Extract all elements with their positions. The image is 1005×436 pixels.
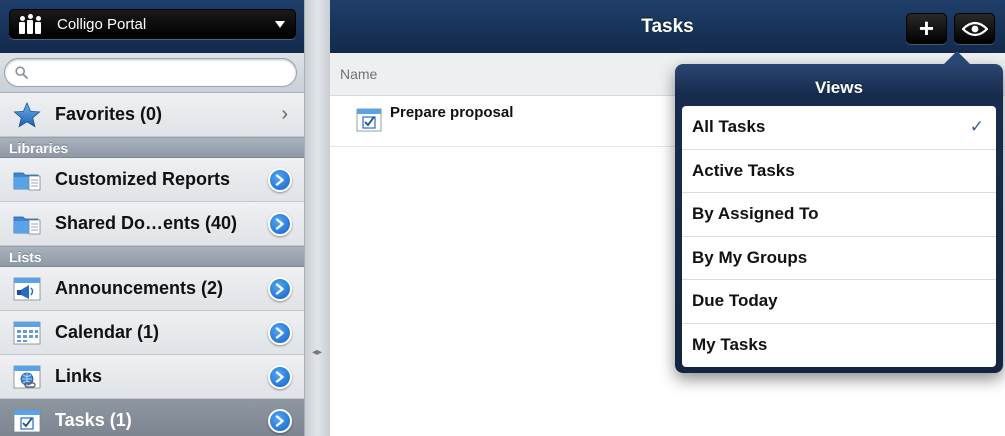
task-title: Prepare proposal xyxy=(390,104,514,121)
disclosure-arrow-icon[interactable] xyxy=(268,320,292,345)
sidebar-item-label: Links xyxy=(55,366,103,386)
caret-down-icon xyxy=(275,20,285,28)
disclosure-arrow-icon[interactable] xyxy=(268,364,292,389)
link-icon xyxy=(13,363,45,391)
search-input[interactable] xyxy=(34,64,296,81)
main-toolbar: Tasks + xyxy=(330,0,1005,53)
folder-doc-icon xyxy=(13,210,45,238)
app-window: Colligo Portal Favorites (0) › Libraries… xyxy=(0,0,1005,436)
task-icon xyxy=(13,407,45,435)
calendar-icon xyxy=(13,319,45,347)
megaphone-icon xyxy=(13,275,45,303)
checkmark-icon: ✓ xyxy=(969,117,984,137)
views-button[interactable] xyxy=(954,13,995,44)
page-title: Tasks xyxy=(641,16,694,37)
search-field[interactable] xyxy=(4,58,297,87)
colligo-logo-icon xyxy=(19,14,43,34)
view-item-label: Active Tasks xyxy=(692,160,795,180)
sidebar: Colligo Portal Favorites (0) › Libraries… xyxy=(0,0,305,436)
disclosure-arrow-icon[interactable] xyxy=(268,211,292,236)
split-view-divider[interactable]: ◂▸ xyxy=(305,0,330,436)
folder-doc-icon xyxy=(13,166,45,194)
view-item-by-assigned-to[interactable]: By Assigned To xyxy=(682,193,996,237)
portal-selector[interactable]: Colligo Portal xyxy=(9,9,296,39)
sidebar-item-tasks[interactable]: Tasks (1) xyxy=(0,399,304,436)
task-icon xyxy=(356,107,384,135)
portal-label: Colligo Portal xyxy=(57,15,147,33)
views-popover: Views All Tasks ✓ Active Tasks By Assign… xyxy=(675,51,1003,373)
sidebar-item-favorites[interactable]: Favorites (0) › xyxy=(0,93,304,137)
sidebar-item-label: Calendar (1) xyxy=(55,322,160,342)
sidebar-toolbar: Colligo Portal xyxy=(0,0,304,53)
section-header-libraries: Libraries xyxy=(0,137,304,158)
sidebar-item-calendar[interactable]: Calendar (1) xyxy=(0,311,304,355)
disclosure-arrow-icon[interactable] xyxy=(268,167,292,192)
star-icon xyxy=(13,101,45,129)
popover-arrow xyxy=(943,51,971,65)
section-header-lists: Lists xyxy=(0,246,304,267)
view-item-by-my-groups[interactable]: By My Groups xyxy=(682,237,996,280)
eye-icon xyxy=(961,21,988,36)
view-item-label: My Tasks xyxy=(692,335,768,355)
disclosure-arrow-icon[interactable] xyxy=(268,276,292,301)
view-item-label: By My Groups xyxy=(692,247,808,267)
sidebar-item-announcements[interactable]: Announcements (2) xyxy=(0,267,304,311)
sidebar-item-label: Announcements (2) xyxy=(55,278,224,298)
search-bar xyxy=(0,53,304,93)
add-button[interactable]: + xyxy=(906,13,947,44)
resize-grip-icon: ◂▸ xyxy=(312,347,323,358)
sidebar-item-label: Customized Reports xyxy=(55,169,231,189)
view-item-label: By Assigned To xyxy=(692,204,819,224)
sidebar-item-customized-reports[interactable]: Customized Reports xyxy=(0,158,304,202)
view-item-due-today[interactable]: Due Today xyxy=(682,280,996,324)
disclosure-arrow-icon[interactable] xyxy=(268,408,292,433)
view-item-active-tasks[interactable]: Active Tasks xyxy=(682,150,996,193)
view-item-label: Due Today xyxy=(692,291,778,311)
views-list: All Tasks ✓ Active Tasks By Assigned To … xyxy=(682,106,996,367)
sidebar-item-label: Shared Do…ents (40) xyxy=(55,213,238,233)
view-item-my-tasks[interactable]: My Tasks xyxy=(682,324,996,368)
sidebar-item-links[interactable]: Links xyxy=(0,355,304,399)
chevron-right-icon: › xyxy=(281,103,288,125)
sidebar-item-label: Tasks (1) xyxy=(55,410,132,430)
view-item-label: All Tasks xyxy=(692,117,766,137)
sidebar-item-label: Favorites (0) xyxy=(55,104,163,124)
sidebar-item-shared-documents[interactable]: Shared Do…ents (40) xyxy=(0,202,304,246)
view-item-all-tasks[interactable]: All Tasks ✓ xyxy=(682,106,996,150)
popover-title: Views xyxy=(815,78,863,97)
search-icon xyxy=(15,66,28,79)
